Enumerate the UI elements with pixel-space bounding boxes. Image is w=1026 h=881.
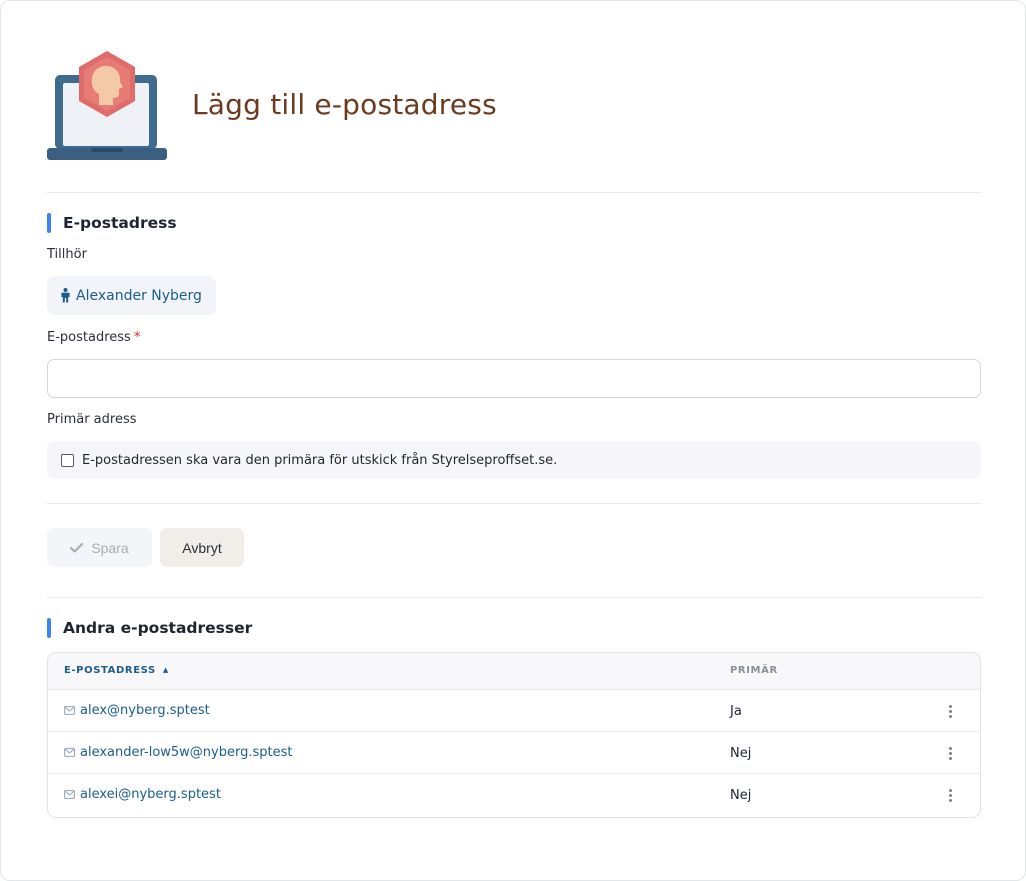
divider xyxy=(47,503,981,504)
column-header-email-label: E-POSTADRESS xyxy=(64,665,156,676)
check-icon xyxy=(70,542,84,553)
column-header-email[interactable]: E-POSTADRESS ▲ xyxy=(64,665,169,676)
section-title-other-emails: Andra e-postadresser xyxy=(47,618,252,638)
email-cell[interactable]: alexei@nyberg.sptest xyxy=(64,787,221,802)
divider xyxy=(47,192,981,193)
primary-cell: Nej xyxy=(730,746,752,761)
cancel-button[interactable]: Avbryt xyxy=(160,528,244,567)
table-row: alexander-low5w@nyberg.sptest Nej xyxy=(48,732,980,774)
email-input[interactable] xyxy=(47,359,981,398)
sort-ascending-icon: ▲ xyxy=(162,666,169,674)
envelope-icon xyxy=(64,706,75,715)
email-label-text: E-postadress xyxy=(47,330,131,345)
envelope-icon xyxy=(64,748,75,757)
primary-address-label: Primär adress xyxy=(47,412,137,427)
primary-cell: Ja xyxy=(730,704,742,719)
table-row: alex@nyberg.sptest Ja xyxy=(48,690,980,732)
save-button-label: Spara xyxy=(91,539,129,556)
required-mark: * xyxy=(133,330,141,345)
divider xyxy=(47,597,981,598)
primary-cell: Nej xyxy=(730,788,752,803)
belongs-label: Tillhör xyxy=(47,247,87,262)
section-title-email: E-postadress xyxy=(47,213,177,233)
primary-checkbox-row[interactable]: E-postadressen ska vara den primära för … xyxy=(47,441,981,479)
email-cell[interactable]: alexander-low5w@nyberg.sptest xyxy=(64,745,292,760)
primary-checkbox[interactable] xyxy=(61,453,74,467)
envelope-icon xyxy=(64,790,75,799)
kebab-menu-icon[interactable] xyxy=(944,787,956,803)
email-cell[interactable]: alex@nyberg.sptest xyxy=(64,703,210,718)
kebab-menu-icon[interactable] xyxy=(944,703,956,719)
primary-checkbox-label: E-postadressen ska vara den primära för … xyxy=(82,452,558,468)
kebab-menu-icon[interactable] xyxy=(944,745,956,761)
table-header: E-POSTADRESS ▲ PRIMÄR xyxy=(48,653,980,690)
table-row: alexei@nyberg.sptest Nej xyxy=(48,774,980,816)
add-email-card: Lägg till e-postadress E-postadress Till… xyxy=(0,0,1026,881)
other-emails-table: E-POSTADRESS ▲ PRIMÄR alex@nyberg.sptest… xyxy=(47,652,981,818)
email-address: alex@nyberg.sptest xyxy=(80,703,210,718)
laptop-person-hexagon-icon xyxy=(47,51,167,160)
person-icon xyxy=(61,288,70,303)
email-address: alexander-low5w@nyberg.sptest xyxy=(80,745,293,760)
email-address: alexei@nyberg.sptest xyxy=(80,787,221,802)
column-header-primary[interactable]: PRIMÄR xyxy=(730,665,778,676)
owner-name: Alexander Nyberg xyxy=(76,287,202,304)
owner-chip[interactable]: Alexander Nyberg xyxy=(47,276,216,315)
save-button[interactable]: Spara xyxy=(47,528,152,567)
email-field-label: E-postadress * xyxy=(47,330,140,345)
page-title: Lägg till e-postadress xyxy=(192,88,497,121)
page-header: Lägg till e-postadress xyxy=(47,47,981,163)
